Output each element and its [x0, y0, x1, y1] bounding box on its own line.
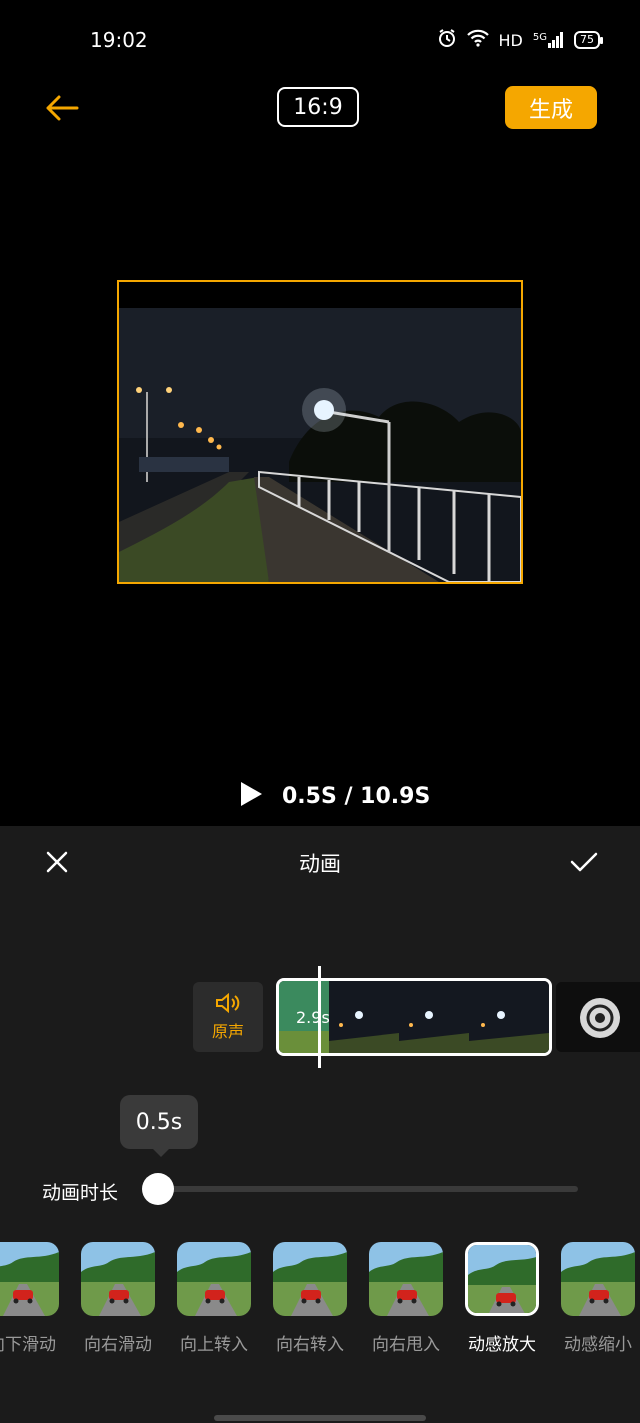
preset-label: 动感放大: [468, 1335, 536, 1355]
animation-preset[interactable]: 向上转入: [174, 1242, 254, 1355]
preset-label: 向右转入: [276, 1335, 344, 1355]
battery-icon: 75: [574, 31, 603, 49]
preset-label: 动感缩小: [564, 1335, 632, 1355]
preset-label: 向右滑动: [84, 1335, 152, 1355]
duration-slider-label: 动画时长: [42, 1182, 119, 1204]
animation-preset[interactable]: 向右转入: [270, 1242, 350, 1355]
playback-row: 0.5S / 10.9S: [238, 780, 430, 812]
back-arrow-icon: [46, 95, 79, 121]
home-indicator[interactable]: [214, 1415, 426, 1421]
night-road-image: [119, 282, 521, 582]
speaker-icon: [216, 992, 240, 1014]
preset-label: 向上转入: [180, 1335, 248, 1355]
animation-preset[interactable]: 动感放大: [462, 1242, 542, 1355]
clip-duration: 2.9s: [296, 1008, 330, 1027]
status-time: 19:02: [90, 28, 148, 52]
play-icon: [241, 782, 262, 806]
animation-preset[interactable]: 向右滑动: [78, 1242, 158, 1355]
next-clip-thumbnail: [556, 982, 640, 1052]
panel-title: 动画: [299, 852, 341, 876]
original-sound-button[interactable]: 原声: [193, 982, 263, 1052]
check-icon: [570, 852, 598, 872]
next-clip[interactable]: [556, 982, 640, 1052]
preset-thumbnail: [273, 1242, 347, 1316]
network-label: HD: [498, 30, 523, 50]
playhead[interactable]: [318, 966, 321, 1068]
signal-icon: 5G: [533, 32, 564, 48]
alarm-icon: [437, 28, 457, 52]
preset-thumbnail: [561, 1242, 635, 1316]
aspect-ratio-button[interactable]: 16:9: [277, 87, 359, 127]
duration-slider-thumb[interactable]: [142, 1173, 174, 1205]
playback-time: 0.5S / 10.9S: [282, 783, 431, 809]
generate-button[interactable]: 生成: [505, 86, 597, 129]
status-icons: HD 5G 75: [437, 28, 603, 52]
signal-label: 5G: [532, 32, 547, 43]
wifi-icon: [466, 29, 489, 51]
preset-thumbnail: [369, 1242, 443, 1316]
preset-thumbnail: [465, 1242, 539, 1316]
play-button[interactable]: [238, 780, 264, 812]
preset-thumbnail: [0, 1242, 59, 1316]
animation-preset[interactable]: 向右甩入: [366, 1242, 446, 1355]
duration-tooltip: 0.5s: [120, 1095, 198, 1157]
preset-label: 向右甩入: [372, 1335, 440, 1355]
animation-preset[interactable]: 向下滑动: [0, 1242, 62, 1355]
preset-label: 向下滑动: [0, 1335, 56, 1355]
back-button[interactable]: [42, 90, 82, 126]
animation-preset[interactable]: 动感缩小: [558, 1242, 638, 1355]
original-sound-label: 原声: [211, 1022, 244, 1041]
battery-level: 75: [580, 33, 594, 46]
video-preview[interactable]: [117, 280, 523, 584]
preset-thumbnail: [177, 1242, 251, 1316]
preset-thumbnail: [81, 1242, 155, 1316]
duration-slider-track[interactable]: [158, 1186, 578, 1192]
confirm-button[interactable]: [566, 845, 602, 879]
